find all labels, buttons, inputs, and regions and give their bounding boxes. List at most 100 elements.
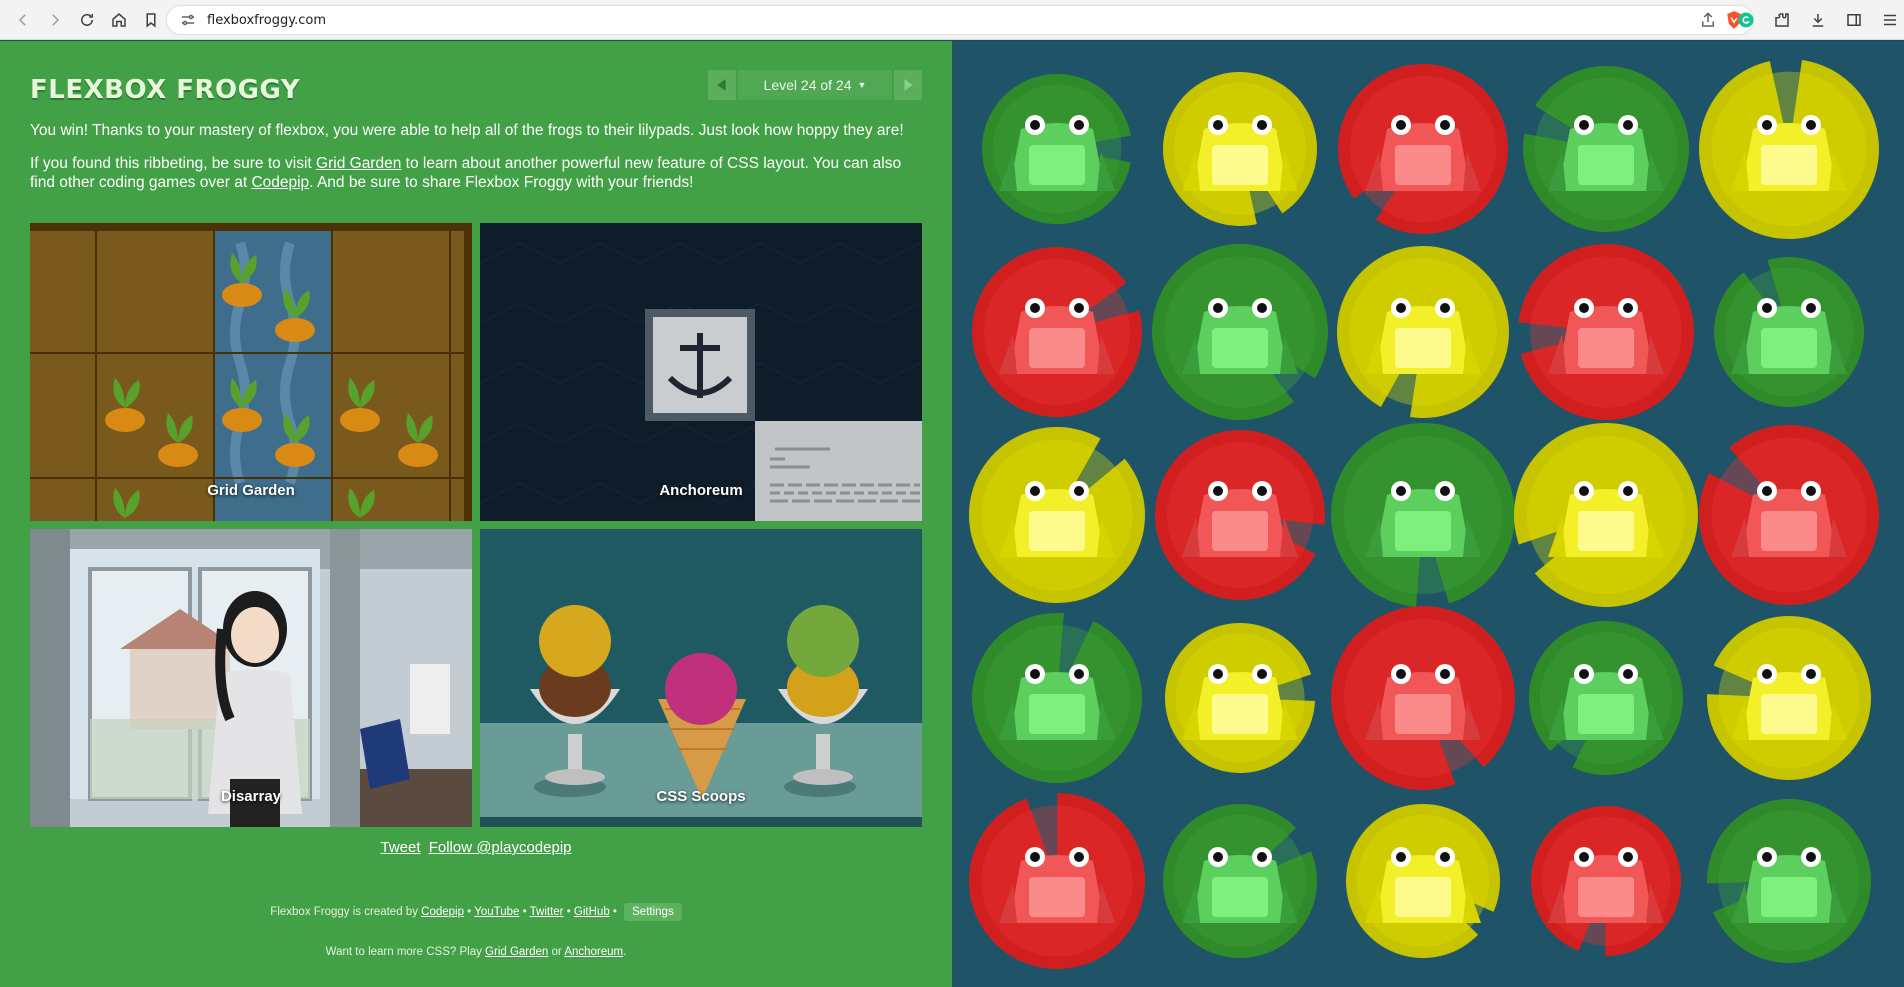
extensions-icon[interactable]: [1768, 5, 1796, 35]
game-title: CSS Scoops: [656, 788, 746, 805]
frog-pupil: [1257, 669, 1267, 679]
anchoreum-thumbnail: [480, 223, 922, 521]
site-settings-icon[interactable]: [179, 11, 197, 29]
red-frog-on-lilypad: [1155, 430, 1325, 600]
frog-pupil: [1213, 303, 1223, 313]
frog-pupil: [1074, 303, 1084, 313]
frog-belly: [1578, 145, 1634, 185]
settings-button[interactable]: Settings: [624, 903, 682, 921]
bookmark-icon[interactable]: [136, 5, 166, 35]
green-frog-on-lilypad: [1331, 423, 1515, 607]
level-indicator[interactable]: Level 24 of 24 ▼: [738, 70, 892, 100]
frog-belly: [1029, 511, 1085, 551]
youtube-link[interactable]: YouTube: [474, 906, 519, 918]
promo-text-1: If you found this ribbeting, be sure to …: [30, 155, 317, 172]
game-title: Disarray: [220, 788, 282, 805]
logo: FLEXBOX FROGGY: [30, 75, 301, 105]
red-frog-on-lilypad: [1699, 424, 1880, 605]
green-frog-on-lilypad: [1529, 620, 1683, 775]
url-text: flexboxfroggy.com: [207, 12, 326, 28]
frog-belly: [1212, 328, 1268, 368]
share-icon[interactable]: [1699, 11, 1717, 29]
frog-pupil: [1030, 303, 1040, 313]
grid-garden-link[interactable]: Grid Garden: [316, 155, 401, 172]
forward-icon[interactable]: [40, 5, 70, 35]
footer-anchoreum-link[interactable]: Anchoreum: [564, 946, 623, 958]
css-scoops-card[interactable]: CSS Scoops: [480, 529, 922, 827]
next-level-button[interactable]: [894, 70, 922, 100]
menu-icon[interactable]: [1876, 5, 1904, 35]
frog-pupil: [1257, 852, 1267, 862]
tweet-link[interactable]: Tweet: [380, 839, 420, 856]
footer-learn-more: Want to learn more CSS? Play Grid Garden…: [0, 946, 952, 958]
grammarly-icon[interactable]: [1732, 5, 1760, 35]
yellow-frog-on-lilypad: [1514, 423, 1698, 607]
frog-belly: [1212, 511, 1268, 551]
codepip-link[interactable]: Codepip: [251, 174, 309, 191]
pond-board: [952, 41, 1904, 987]
frog-belly: [1395, 145, 1451, 185]
footer-grid-garden-link[interactable]: Grid Garden: [485, 946, 548, 958]
frog-pupil: [1762, 669, 1772, 679]
footer-credit: Flexbox Froggy is created by Codepip • Y…: [0, 903, 952, 921]
yellow-frog-on-lilypad: [1707, 615, 1871, 780]
separator: •: [609, 906, 621, 918]
frog-pupil: [1579, 303, 1589, 313]
frog-pupil: [1396, 852, 1406, 862]
frog-pupil: [1213, 120, 1223, 130]
frog-pupil: [1257, 120, 1267, 130]
separator: •: [563, 906, 574, 918]
frog-belly: [1029, 877, 1085, 917]
github-link[interactable]: GitHub: [574, 906, 610, 918]
frog-pupil: [1074, 852, 1084, 862]
frog-pupil: [1806, 486, 1816, 496]
frog-pupil: [1579, 486, 1589, 496]
green-frog-on-lilypad: [1707, 799, 1871, 964]
footer-codepip-link[interactable]: Codepip: [421, 906, 464, 918]
follow-link[interactable]: Follow @playcodepip: [429, 839, 572, 856]
arrow-left-icon: [717, 79, 726, 91]
promo-text-3: . And be sure to share Flexbox Froggy wi…: [309, 174, 694, 191]
frog-pupil: [1579, 120, 1589, 130]
reload-icon[interactable]: [72, 5, 102, 35]
frog-belly: [1761, 145, 1817, 185]
frog-pupil: [1440, 120, 1450, 130]
frog-pupil: [1623, 303, 1633, 313]
yellow-frog-on-lilypad: [1163, 71, 1317, 226]
red-frog-on-lilypad: [1338, 63, 1508, 235]
frog-pupil: [1030, 120, 1040, 130]
win-message: You win! Thanks to your mastery of flexb…: [30, 122, 904, 139]
twitter-link[interactable]: Twitter: [530, 906, 564, 918]
back-icon[interactable]: [8, 5, 38, 35]
frog-pupil: [1213, 486, 1223, 496]
disarray-card[interactable]: Disarray: [30, 529, 472, 827]
download-icon[interactable]: [1804, 5, 1832, 35]
address-bar[interactable]: flexboxfroggy.com: [166, 5, 1754, 35]
frog-pupil: [1579, 852, 1589, 862]
frog-pupil: [1030, 852, 1040, 862]
frog-belly: [1761, 877, 1817, 917]
games-grid: Grid Garden Anchoreum Disarray CSS Scoop…: [30, 223, 922, 827]
frog-belly: [1029, 328, 1085, 368]
instructions-text: You win! Thanks to your mastery of flexb…: [30, 121, 930, 206]
share-links: Tweet Follow @playcodepip: [0, 839, 952, 856]
grid-garden-card[interactable]: Grid Garden: [30, 223, 472, 521]
frog-pupil: [1074, 486, 1084, 496]
home-icon[interactable]: [104, 5, 134, 35]
sidebar-icon[interactable]: [1840, 5, 1868, 35]
instructions-panel: FLEXBOX FROGGY Level 24 of 24 ▼ You win!…: [0, 41, 952, 987]
frog-pupil: [1806, 303, 1816, 313]
frog-pupil: [1396, 120, 1406, 130]
red-frog-on-lilypad: [972, 246, 1142, 417]
anchoreum-card[interactable]: Anchoreum: [480, 223, 922, 521]
frog-pupil: [1257, 303, 1267, 313]
arrow-right-icon: [904, 79, 913, 91]
frog-pupil: [1762, 852, 1772, 862]
green-frog-on-lilypad: [1163, 804, 1317, 959]
frog-pupil: [1623, 669, 1633, 679]
previous-level-button[interactable]: [708, 70, 736, 100]
frog-pupil: [1396, 303, 1406, 313]
credit-text: Flexbox Froggy is created by: [270, 906, 422, 918]
frog-belly: [1395, 877, 1451, 917]
frog-belly: [1761, 511, 1817, 551]
